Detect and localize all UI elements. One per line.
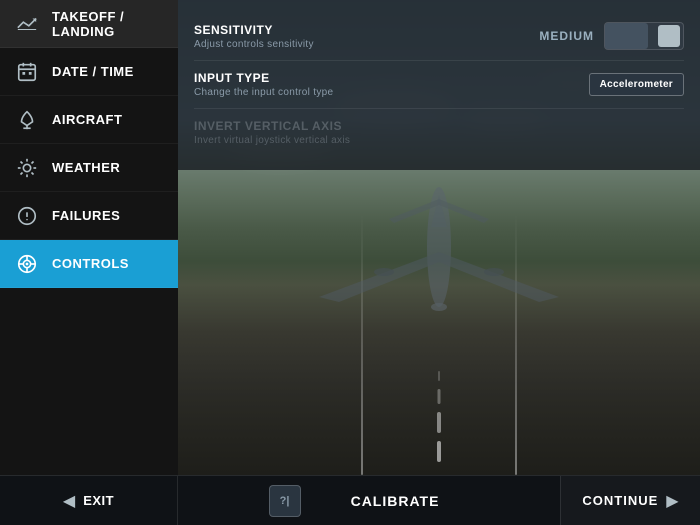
accelerometer-button[interactable]: Accelerometer — [589, 73, 684, 96]
sidebar-item-label-date-time: DATE / TIME — [52, 64, 134, 79]
aircraft-silhouette — [299, 177, 579, 342]
sensitivity-title: SENSITIVITY — [194, 23, 534, 37]
sidebar-item-date-time[interactable]: DATE / TIME — [0, 48, 178, 96]
sensitivity-info: SENSITIVITY Adjust controls sensitivity — [194, 23, 534, 50]
calendar-icon — [14, 59, 40, 85]
sidebar: TAKEOFF / LANDING DATE / TIME — [0, 0, 178, 475]
runway-mark-4 — [438, 371, 440, 381]
help-button[interactable]: ?| — [269, 485, 301, 517]
weather-icon — [14, 155, 40, 181]
invert-axis-info: INVERT VERTICAL AXIS Invert virtual joys… — [194, 119, 684, 146]
sensitivity-desc: Adjust controls sensitivity — [194, 39, 534, 50]
input-type-control: Accelerometer — [589, 73, 684, 96]
runway-mark-3 — [438, 389, 441, 405]
sensitivity-slider[interactable] — [604, 22, 684, 50]
slider-thumb — [658, 25, 680, 47]
invert-axis-title: INVERT VERTICAL AXIS — [194, 119, 684, 133]
continue-icon: ▶ — [666, 491, 678, 511]
sidebar-item-aircraft[interactable]: AIRCRAFT — [0, 96, 178, 144]
settings-overlay: SENSITIVITY Adjust controls sensitivity … — [178, 0, 700, 170]
sidebar-item-label-takeoff-landing: TAKEOFF / LANDING — [52, 9, 164, 39]
bottom-bar: ◀ EXIT ?| CALIBRATE CONTINUE ▶ — [0, 475, 700, 525]
sidebar-item-controls[interactable]: CONTROLS — [0, 240, 178, 288]
runway-mark-2 — [437, 412, 441, 433]
slider-fill — [605, 23, 648, 49]
warning-icon — [14, 203, 40, 229]
input-type-title: INPUT TYPE — [194, 71, 589, 85]
bottom-center: ?| CALIBRATE — [178, 485, 560, 517]
sidebar-item-label-weather: WEATHER — [52, 160, 120, 175]
exit-icon: ◀ — [63, 491, 75, 511]
exit-button[interactable]: ◀ EXIT — [0, 476, 178, 525]
sidebar-item-label-failures: FAILURES — [52, 208, 120, 223]
calibrate-button[interactable]: CALIBRATE — [321, 485, 470, 517]
exit-label: EXIT — [83, 493, 114, 508]
input-type-desc: Change the input control type — [194, 87, 589, 98]
joystick-icon — [14, 251, 40, 277]
plane-takeoff-icon — [14, 11, 40, 37]
content-panel: SENSITIVITY Adjust controls sensitivity … — [178, 0, 700, 475]
main-area: TAKEOFF / LANDING DATE / TIME — [0, 0, 700, 475]
sidebar-item-weather[interactable]: WEATHER — [0, 144, 178, 192]
sidebar-item-label-controls: CONTROLS — [52, 256, 129, 271]
sensitivity-value: MEDIUM — [534, 29, 594, 43]
sensitivity-row: SENSITIVITY Adjust controls sensitivity … — [194, 12, 684, 61]
aircraft-icon — [14, 107, 40, 133]
sensitivity-control: MEDIUM — [534, 22, 684, 50]
continue-label: CONTINUE — [582, 493, 658, 508]
input-type-row: INPUT TYPE Change the input control type… — [194, 61, 684, 109]
invert-axis-desc: Invert virtual joystick vertical axis — [194, 135, 684, 146]
sidebar-item-failures[interactable]: FAILURES — [0, 192, 178, 240]
sidebar-item-label-aircraft: AIRCRAFT — [52, 112, 122, 127]
sidebar-item-takeoff-landing[interactable]: TAKEOFF / LANDING — [0, 0, 178, 48]
help-icon: ?| — [280, 495, 290, 507]
input-type-info: INPUT TYPE Change the input control type — [194, 71, 589, 98]
aircraft-svg — [299, 177, 579, 337]
continue-button[interactable]: CONTINUE ▶ — [560, 476, 700, 525]
runway-mark-1 — [437, 441, 441, 462]
invert-axis-row: INVERT VERTICAL AXIS Invert virtual joys… — [194, 109, 684, 156]
